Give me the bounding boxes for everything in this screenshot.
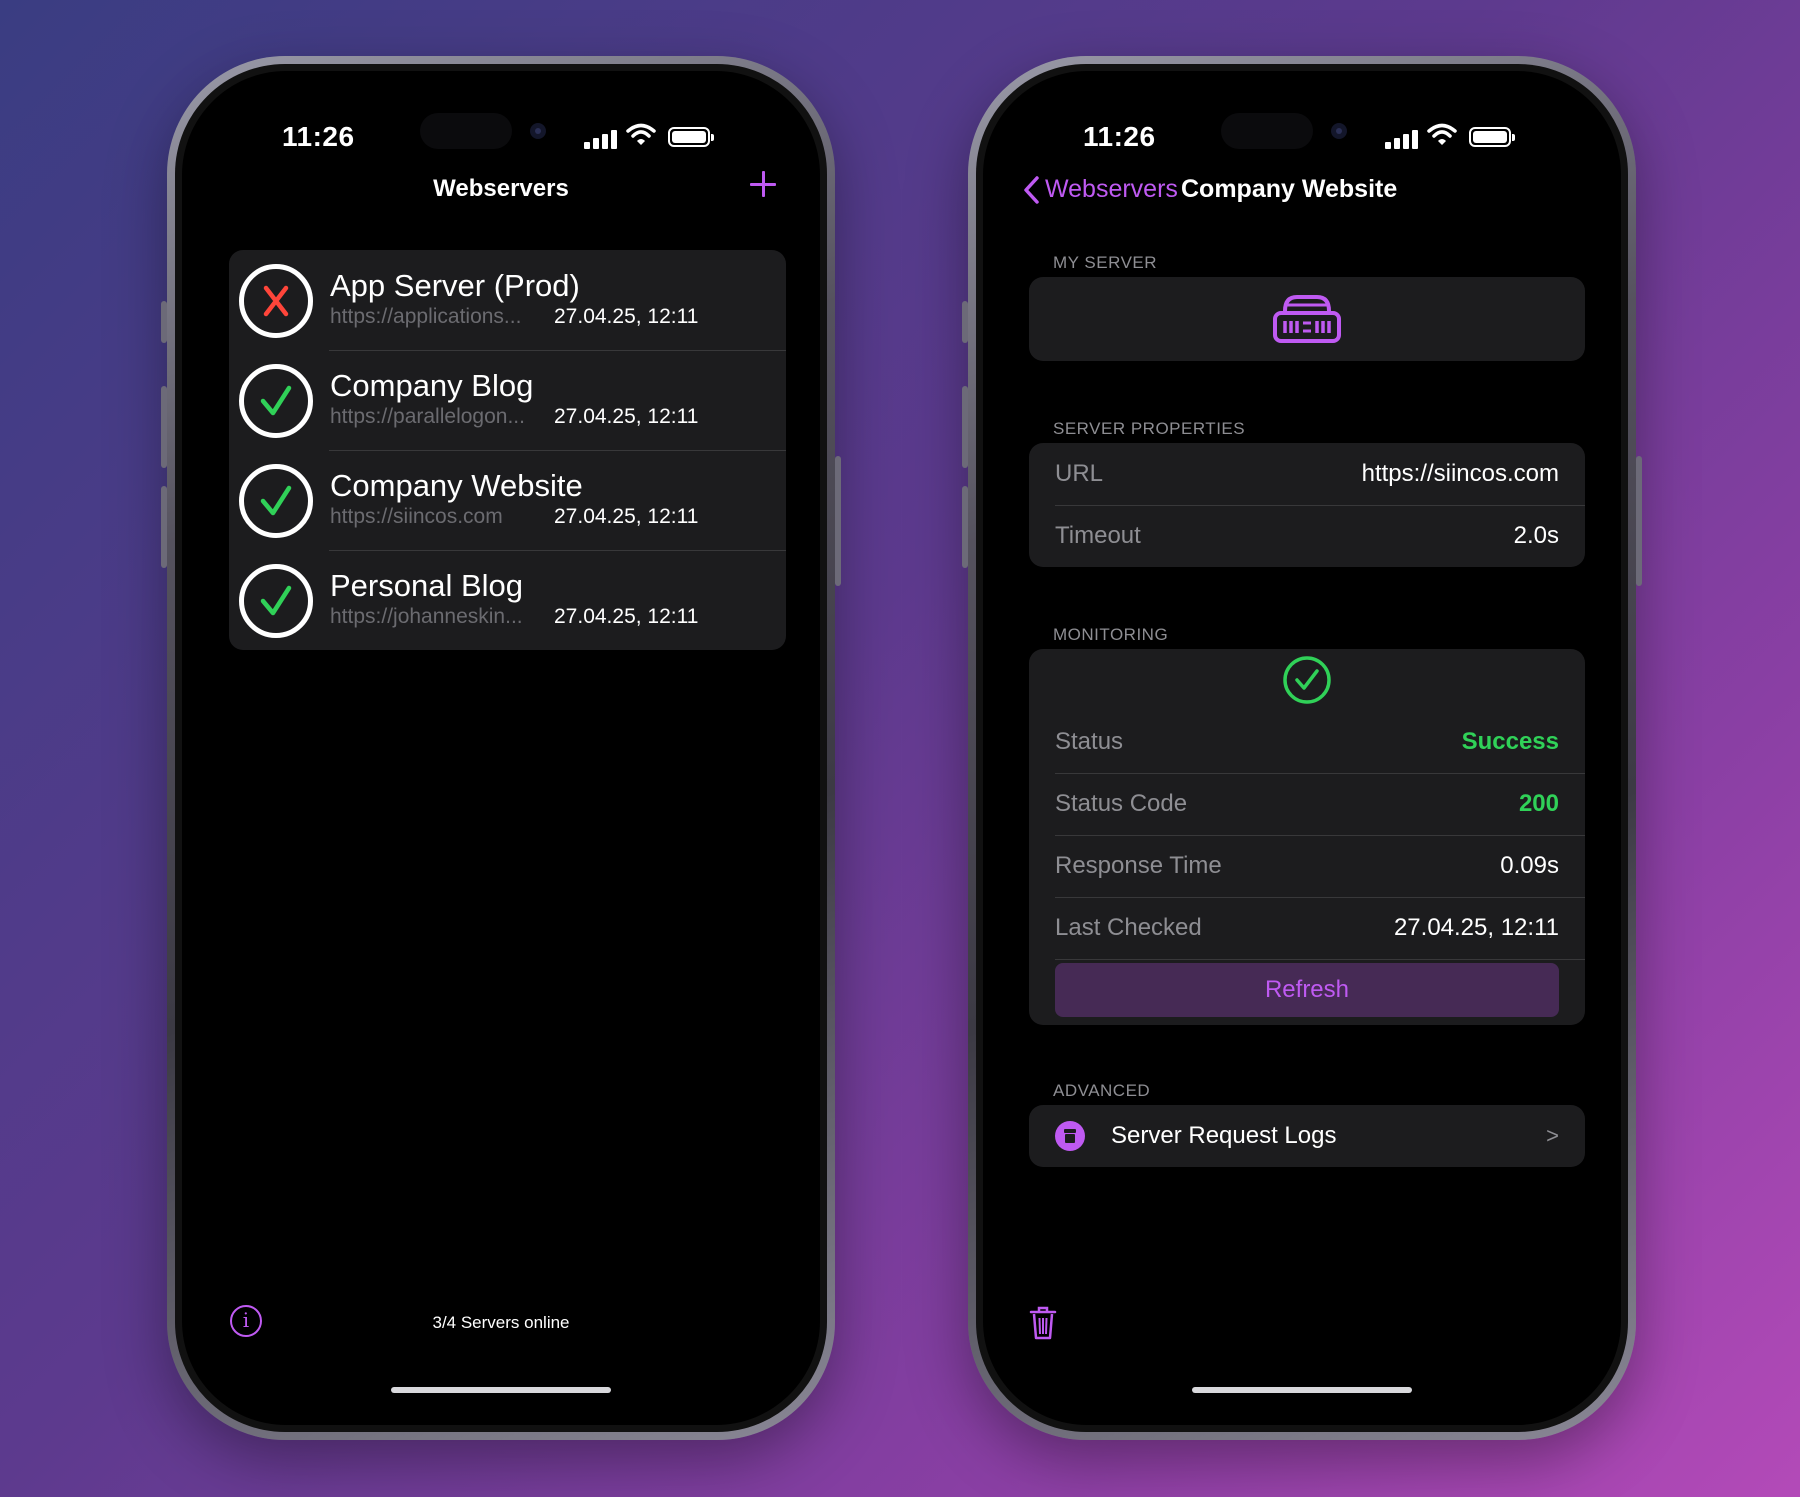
wifi-icon	[1427, 123, 1457, 145]
server-last-checked: 27.04.25, 12:11	[554, 505, 699, 528]
dynamic-island	[1221, 113, 1313, 149]
left-phone-frame: 11:26 Webservers App Server (Prod) https…	[161, 56, 841, 1440]
action-button	[161, 301, 167, 343]
property-value: 2.0s	[1513, 522, 1559, 549]
server-list: App Server (Prod) https://applications..…	[229, 250, 786, 650]
server-properties-group: URL https://siincos.com Timeout 2.0s	[1029, 443, 1585, 567]
chevron-left-icon[interactable]	[1021, 175, 1043, 205]
action-button	[962, 301, 968, 343]
section-header-advanced: ADVANCED	[1053, 1081, 1151, 1100]
refresh-button[interactable]: Refresh	[1055, 963, 1559, 1017]
section-header-server-properties: SERVER PROPERTIES	[1053, 419, 1246, 438]
xmark-circle-icon	[239, 264, 313, 338]
home-indicator[interactable]	[1192, 1387, 1412, 1393]
server-last-checked: 27.04.25, 12:11	[554, 605, 699, 628]
server-name: App Server (Prod)	[330, 268, 580, 303]
server-name: Company Website	[330, 468, 583, 503]
volume-down-button	[962, 486, 968, 568]
server-row-company-blog[interactable]: Company Blog https://parallelogon... 27.…	[229, 350, 786, 450]
property-value: https://siincos.com	[1361, 460, 1559, 487]
property-label: URL	[1055, 460, 1104, 487]
cellular-signal-icon	[1385, 129, 1419, 149]
cellular-signal-icon	[584, 129, 618, 149]
monitoring-group: Status Success Status Code 200 Response …	[1029, 649, 1585, 1025]
server-request-logs-row[interactable]: Server Request Logs >	[1029, 1105, 1585, 1167]
front-camera	[530, 123, 546, 139]
front-camera	[1331, 123, 1347, 139]
archive-box-icon	[1055, 1121, 1085, 1151]
status-time: 11:26	[282, 121, 355, 152]
status-code-value: 200	[1518, 790, 1559, 817]
checkmark-circle-icon	[1283, 656, 1331, 704]
section-header-monitoring: MONITORING	[1053, 625, 1169, 644]
server-rack-icon	[1273, 295, 1341, 343]
right-phone-frame: 11:26 Webservers Company Website MY SERV…	[962, 56, 1642, 1440]
volume-up-button	[161, 386, 167, 468]
server-url: https://siincos.com	[330, 505, 503, 528]
volume-up-button	[962, 386, 968, 468]
server-name: Personal Blog	[330, 568, 524, 603]
page-title: Company Website	[1181, 175, 1398, 203]
volume-down-button	[161, 486, 167, 568]
checkmark-circle-icon	[239, 564, 313, 638]
monitoring-label: Response Time	[1055, 852, 1222, 879]
advanced-group: Server Request Logs >	[1029, 1105, 1585, 1167]
plus-icon[interactable]	[746, 167, 780, 201]
home-indicator[interactable]	[391, 1387, 611, 1393]
my-server-group	[1029, 277, 1585, 361]
server-url: https://parallelogon...	[330, 405, 525, 428]
trash-icon[interactable]	[1029, 1305, 1057, 1341]
server-row-app-server[interactable]: App Server (Prod) https://applications..…	[229, 250, 786, 350]
server-last-checked: 27.04.25, 12:11	[554, 405, 699, 428]
server-last-checked: 27.04.25, 12:11	[554, 305, 699, 328]
checkmark-circle-icon	[239, 464, 313, 538]
server-url: https://applications...	[330, 305, 522, 328]
monitoring-label: Status Code	[1055, 790, 1188, 817]
server-url: https://johanneskin...	[330, 605, 523, 628]
chevron-right-icon: >	[1546, 1123, 1559, 1148]
server-request-logs-label: Server Request Logs	[1111, 1122, 1337, 1149]
right-screen: 11:26 Webservers Company Website MY SERV…	[983, 71, 1621, 1425]
section-header-my-server: MY SERVER	[1053, 253, 1158, 272]
back-button[interactable]: Webservers	[1045, 175, 1178, 204]
servers-online-summary: 3/4 Servers online	[432, 1313, 570, 1332]
last-checked-value: 27.04.25, 12:11	[1393, 914, 1559, 941]
battery-icon	[1469, 127, 1515, 147]
monitoring-label: Status	[1055, 728, 1124, 755]
server-row-personal-blog[interactable]: Personal Blog https://johanneskin... 27.…	[229, 550, 786, 650]
property-row-url[interactable]: URL https://siincos.com	[1029, 443, 1585, 505]
property-label: Timeout	[1055, 522, 1141, 549]
wifi-icon	[626, 123, 656, 145]
monitoring-label: Last Checked	[1055, 914, 1202, 941]
power-button	[835, 456, 841, 586]
response-time-value: 0.09s	[1500, 852, 1559, 879]
power-button	[1636, 456, 1642, 586]
page-title: Webservers	[433, 175, 569, 202]
left-screen: 11:26 Webservers App Server (Prod) https…	[182, 71, 820, 1425]
dynamic-island	[420, 113, 512, 149]
checkmark-circle-icon	[239, 364, 313, 438]
server-name: Company Blog	[330, 368, 534, 403]
monitoring-row-response-time: Response Time 0.09s	[1029, 835, 1585, 897]
status-time: 11:26	[1083, 121, 1156, 152]
monitoring-row-last-checked: Last Checked 27.04.25, 12:11	[1029, 897, 1585, 959]
monitoring-row-status: Status Success	[1029, 711, 1585, 773]
server-row-company-website[interactable]: Company Website https://siincos.com 27.0…	[229, 450, 786, 550]
property-row-timeout[interactable]: Timeout 2.0s	[1029, 505, 1585, 567]
status-value: Success	[1461, 728, 1559, 755]
monitoring-row-status-code: Status Code 200	[1029, 773, 1585, 835]
battery-icon	[668, 127, 714, 147]
